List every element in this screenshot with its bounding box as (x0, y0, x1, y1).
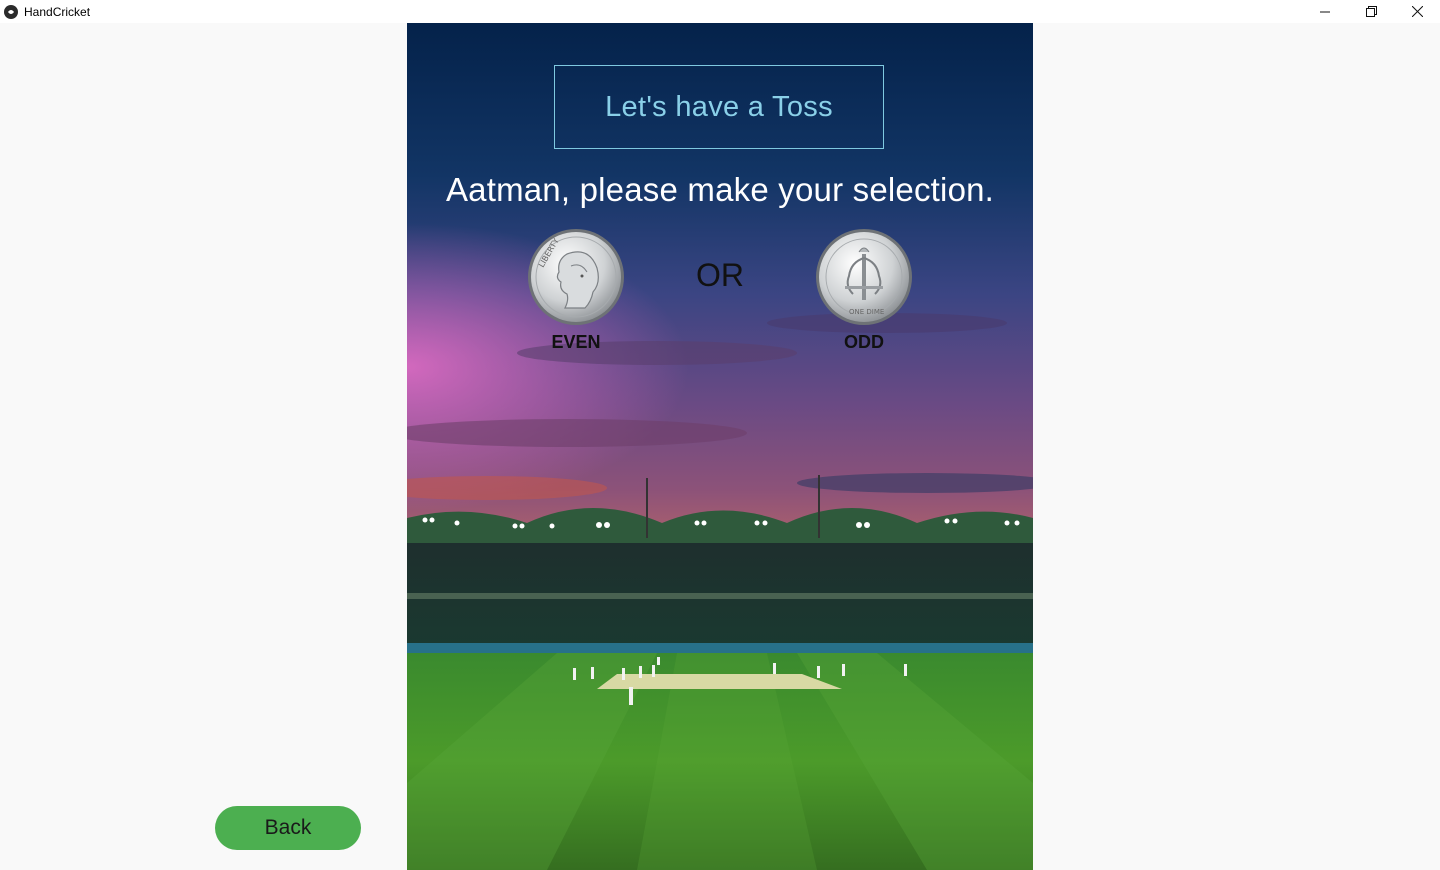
toss-heading: Let's have a Toss (605, 90, 833, 123)
close-button[interactable] (1394, 0, 1440, 23)
toss-screen: Let's have a Toss Aatman, please make yo… (407, 23, 1033, 870)
app-window: Let's have a Toss Aatman, please make yo… (0, 23, 1440, 870)
maximize-button[interactable] (1348, 0, 1394, 23)
restore-icon (1365, 6, 1377, 17)
dime-tails-icon[interactable]: ONE DIME (815, 228, 913, 326)
even-option[interactable]: LIBERTY EVEN (521, 228, 631, 353)
minimize-icon (1320, 11, 1330, 12)
back-button-label: Back (264, 816, 312, 839)
title-bar: HandCricket (0, 0, 1440, 23)
back-button[interactable]: Back (215, 806, 361, 850)
svg-text:ONE DIME: ONE DIME (849, 308, 884, 316)
stadium-background-image (407, 23, 1033, 870)
app-logo-icon (4, 4, 18, 19)
odd-label: ODD (844, 332, 884, 352)
odd-option[interactable]: ONE DIME ODD (809, 228, 919, 353)
dime-heads-icon[interactable]: LIBERTY (527, 228, 625, 326)
toss-heading-box: Let's have a Toss (554, 65, 884, 149)
or-separator: OR (696, 257, 744, 293)
window-controls (1302, 0, 1440, 23)
window-title: HandCricket (24, 4, 91, 19)
even-label: EVEN (551, 332, 601, 352)
minimize-button[interactable] (1302, 0, 1348, 23)
close-icon (1411, 6, 1423, 17)
selection-prompt: Aatman, please make your selection. (445, 171, 995, 208)
